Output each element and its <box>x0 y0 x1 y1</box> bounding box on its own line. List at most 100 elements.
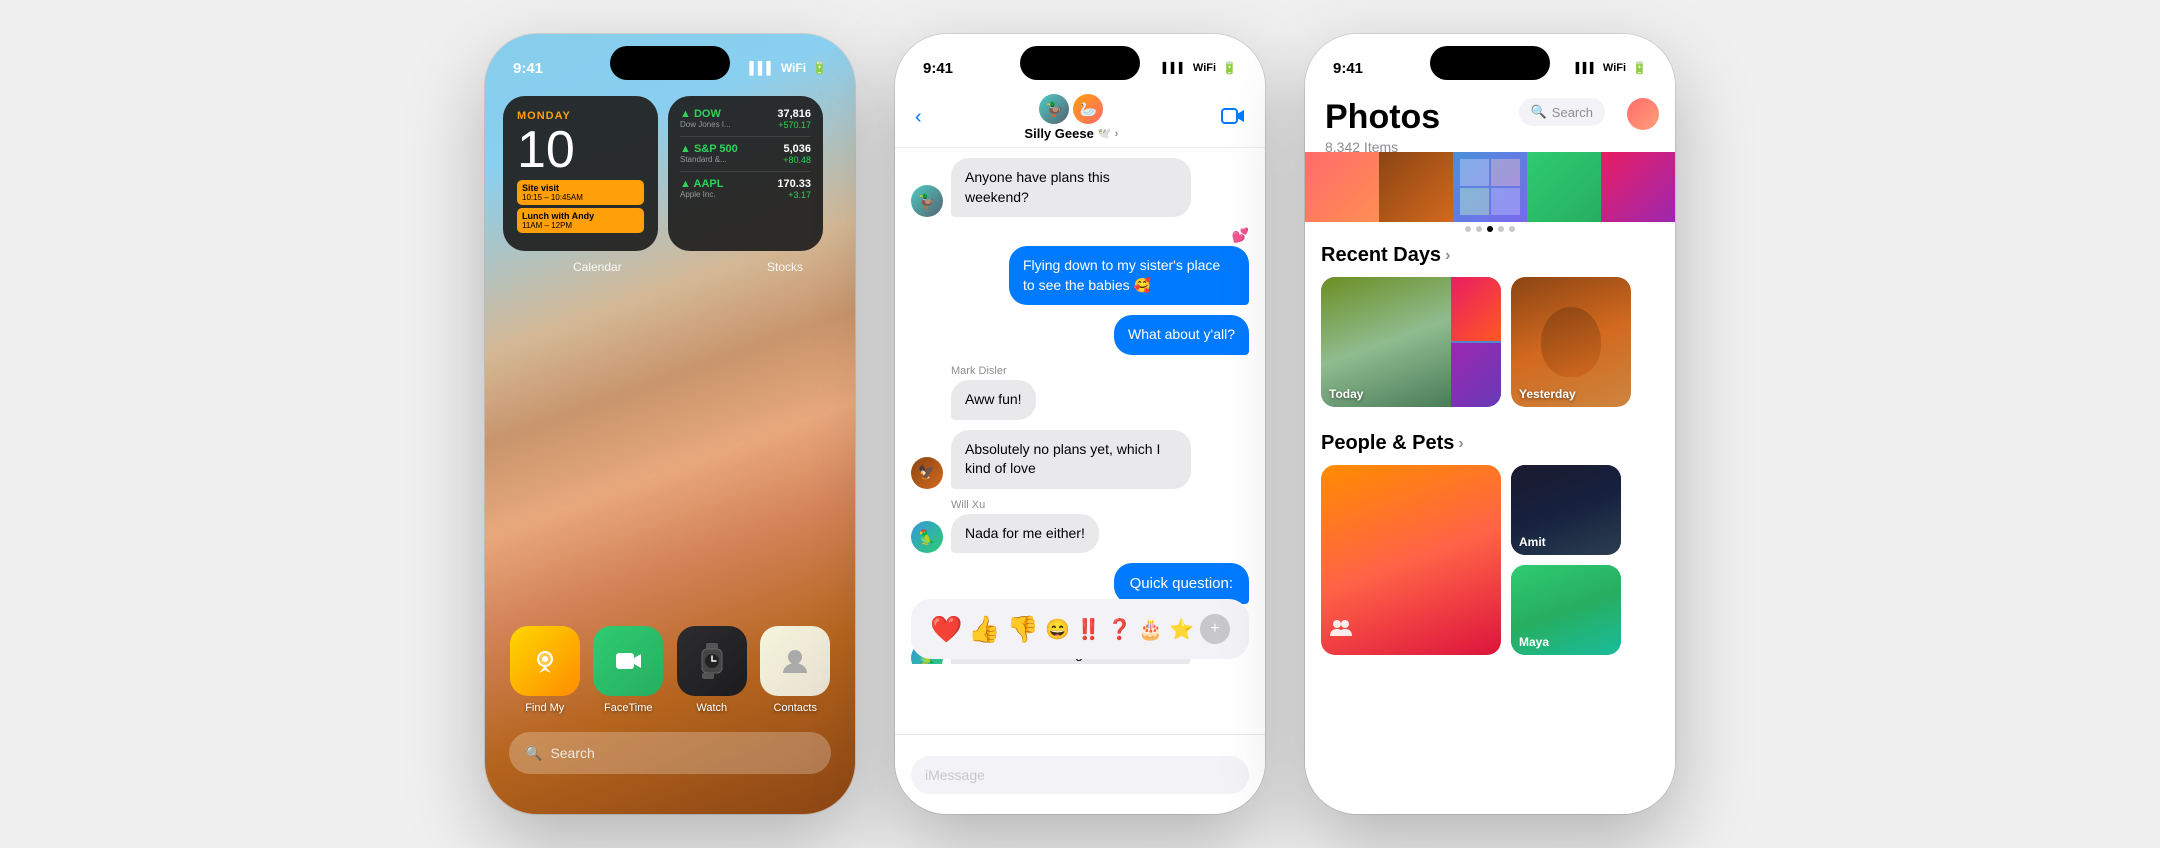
message-bubble-4: Aww fun! <box>951 380 1036 420</box>
wifi-icon-1: WiFi <box>781 61 806 75</box>
person-card-maya[interactable]: Maya <box>1511 565 1621 655</box>
phones-container: 9:41 ▌▌▌ WiFi 🔋 MONDAY 10 Site visit 10:… <box>485 34 1675 814</box>
message-row-2: Flying down to my sister's place to see … <box>911 246 1249 305</box>
photos-search-button[interactable]: 🔍 Search <box>1519 98 1605 126</box>
dot-4 <box>1498 226 1504 232</box>
sender-mark: Mark Disler <box>951 365 1249 377</box>
watch-label: Watch <box>696 702 727 714</box>
message-bubble-2: Flying down to my sister's place to see … <box>1009 246 1249 305</box>
strip-photo-5 <box>1601 152 1675 222</box>
battery-icon-1: 🔋 <box>812 61 827 75</box>
photo-strip-dots <box>1305 226 1675 232</box>
conversation-name: Silly Geese 🕊️ › <box>1024 126 1118 141</box>
people-pets-header: People & Pets › <box>1321 432 1659 455</box>
recent-days-section: Recent Days › Today <box>1321 244 1659 407</box>
message-row-3: What about y'all? <box>911 315 1249 355</box>
yesterday-photo-card[interactable]: Yesterday <box>1511 277 1631 407</box>
amit-name-label: Amit <box>1519 535 1546 549</box>
msg-avatar-1: 🦆 <box>911 185 943 217</box>
dot-1 <box>1465 226 1471 232</box>
message-bubble-1: Anyone have plans this weekend? <box>951 158 1191 217</box>
app-facetime[interactable]: FaceTime <box>593 626 663 714</box>
people-grid: Amit Maya <box>1321 465 1659 655</box>
phone-1-homescreen: 9:41 ▌▌▌ WiFi 🔋 MONDAY 10 Site visit 10:… <box>485 34 855 814</box>
message-bubble-3: What about y'all? <box>1114 315 1249 355</box>
msg-avatar-6: 🦜 <box>911 521 943 553</box>
phone-2-messages: 9:41 ▌▌▌ WiFi 🔋 ‹ 🦆 🦢 Silly Geese <box>895 34 1265 814</box>
time-display-3: 9:41 <box>1333 60 1363 77</box>
calendar-widget[interactable]: MONDAY 10 Site visit 10:15 – 10:45AM Lun… <box>503 96 658 251</box>
dot-3-active <box>1487 226 1493 232</box>
findmy-label: Find My <box>525 702 564 714</box>
contacts-icon <box>760 626 830 696</box>
recent-days-chevron: › <box>1445 247 1450 265</box>
back-button[interactable]: ‹ <box>915 106 922 129</box>
stocks-widget-label: Stocks <box>767 260 803 274</box>
message-input-field[interactable]: iMessage <box>911 756 1249 794</box>
facetime-icon <box>593 626 663 696</box>
dynamic-island-1 <box>610 46 730 80</box>
recent-photos-grid: Today Yesterday <box>1321 277 1659 407</box>
status-icons-3: ▌▌▌ WiFi 🔋 <box>1576 61 1647 75</box>
people-right-column: Amit Maya <box>1511 465 1621 655</box>
stocks-widget[interactable]: ▲ DOW Dow Jones I... 37,816 +570.17 ▲ S&… <box>668 96 823 251</box>
app-contacts[interactable]: Contacts <box>760 626 830 714</box>
tapback-cake[interactable]: 🎂 <box>1138 617 1163 642</box>
signal-icon-3: ▌▌▌ <box>1576 63 1597 74</box>
tapback-heart[interactable]: ❤️ <box>930 614 962 645</box>
message-bubble-5: Absolutely no plans yet, which I kind of… <box>951 430 1191 489</box>
recent-days-label: Recent Days <box>1321 244 1441 267</box>
people-pets-label: People & Pets <box>1321 432 1454 455</box>
photo-strip <box>1305 152 1675 222</box>
avatar-1: 🦆 <box>1039 94 1069 124</box>
app-watch[interactable]: Watch <box>677 626 747 714</box>
person-card-amit[interactable]: Amit <box>1511 465 1621 555</box>
wifi-icon-2: WiFi <box>1193 62 1216 74</box>
photos-user-avatar[interactable] <box>1627 98 1659 130</box>
messages-area: 🦆 Anyone have plans this weekend? 💕 Flyi… <box>895 148 1265 664</box>
today-photo-card[interactable]: Today <box>1321 277 1501 407</box>
video-call-button[interactable] <box>1221 105 1245 131</box>
message-bubble-6: Nada for me either! <box>951 514 1099 554</box>
calendar-day-number: 10 <box>517 124 644 176</box>
calendar-event-1: Site visit 10:15 – 10:45AM <box>517 180 644 205</box>
sender-will: Will Xu <box>951 499 1249 511</box>
search-bar-home[interactable]: 🔍 Search <box>509 732 831 774</box>
tapback-exclamation[interactable]: ‼️ <box>1076 617 1101 642</box>
dot-5 <box>1509 226 1515 232</box>
findmy-icon <box>510 626 580 696</box>
tapback-question[interactable]: ❓ <box>1107 617 1132 642</box>
yesterday-label: Yesterday <box>1519 387 1576 401</box>
search-icon-home: 🔍 <box>525 745 542 762</box>
message-row-1: 🦆 Anyone have plans this weekend? <box>911 158 1249 217</box>
search-label-home: Search <box>550 745 594 761</box>
status-icons-2: ▌▌▌ WiFi 🔋 <box>1163 61 1237 75</box>
message-row-6: 🦜 Nada for me either! <box>911 514 1249 554</box>
tapback-haha[interactable]: 😄 <box>1045 617 1070 642</box>
battery-icon-2: 🔋 <box>1222 61 1237 75</box>
time-display-2: 9:41 <box>923 60 953 77</box>
tapback-star[interactable]: ⭐ <box>1169 617 1194 642</box>
recent-days-header: Recent Days › <box>1321 244 1659 267</box>
today-photo-side-top <box>1451 277 1501 341</box>
strip-photo-2 <box>1379 152 1453 222</box>
messages-header: ‹ 🦆 🦢 Silly Geese 🕊️ › <box>895 88 1265 148</box>
dynamic-island-3 <box>1430 46 1550 80</box>
tapback-thumbsup[interactable]: 👍 <box>968 614 1000 645</box>
tapback-thumbsdown[interactable]: 👎 <box>1007 614 1039 645</box>
photos-title: Photos <box>1325 98 1655 137</box>
app-findmy[interactable]: Find My <box>510 626 580 714</box>
strip-photo-1 <box>1305 152 1379 222</box>
status-icons-1: ▌▌▌ WiFi 🔋 <box>749 61 827 75</box>
message-input-placeholder: iMessage <box>925 767 985 783</box>
watch-icon <box>677 626 747 696</box>
people-pets-chevron: › <box>1458 435 1463 453</box>
search-icon-photos: 🔍 <box>1531 104 1547 120</box>
phone-3-photos: 9:41 ▌▌▌ WiFi 🔋 Photos 8,342 Items 🔍 Sea… <box>1305 34 1675 814</box>
homescreen-screen: 9:41 ▌▌▌ WiFi 🔋 MONDAY 10 Site visit 10:… <box>485 34 855 814</box>
dock-apps: Find My FaceTime <box>503 626 837 714</box>
message-row-5: 🦅 Absolutely no plans yet, which I kind … <box>911 430 1249 489</box>
today-photo-side-bottom <box>1451 343 1501 407</box>
person-card-main[interactable] <box>1321 465 1501 655</box>
tapback-add-button[interactable]: + <box>1200 614 1230 644</box>
